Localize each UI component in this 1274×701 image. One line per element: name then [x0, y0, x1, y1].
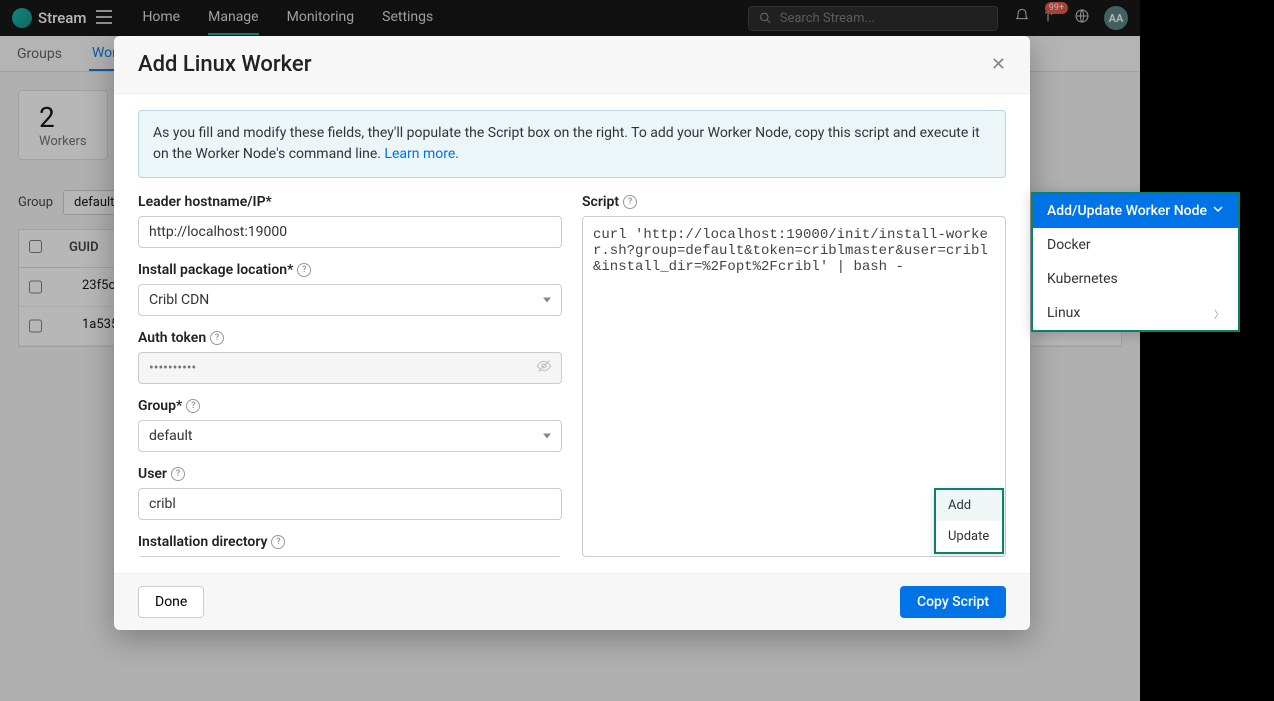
auth-token-label: Auth token: [138, 330, 206, 346]
copy-script-button[interactable]: Copy Script: [900, 586, 1006, 618]
done-button[interactable]: Done: [138, 586, 204, 618]
install-loc-label: Install package location*: [138, 262, 293, 278]
leader-label: Leader hostname/IP*: [138, 194, 272, 210]
auth-token-input[interactable]: [138, 352, 562, 384]
install-dir-input[interactable]: [138, 556, 562, 557]
help-icon[interactable]: ?: [297, 263, 311, 277]
modal-title: Add Linux Worker: [138, 52, 311, 77]
group-select[interactable]: default: [138, 420, 562, 452]
add-linux-worker-modal: Add Linux Worker ✕ As you fill and modif…: [114, 36, 1030, 630]
side-panel-title: Add/Update Worker Node: [1047, 203, 1207, 219]
submenu-add[interactable]: Add: [936, 490, 1002, 521]
group-label: Group*: [138, 398, 182, 414]
info-box: As you fill and modify these fields, the…: [138, 110, 1006, 178]
help-icon[interactable]: ?: [186, 399, 200, 413]
close-icon[interactable]: ✕: [991, 54, 1006, 75]
help-icon[interactable]: ?: [210, 331, 224, 345]
user-input[interactable]: [138, 488, 562, 520]
side-panel-header[interactable]: Add/Update Worker Node: [1033, 194, 1238, 228]
panel-item-docker[interactable]: Docker: [1033, 228, 1238, 262]
add-update-submenu: Add Update: [934, 488, 1004, 554]
chevron-down-icon: [1212, 203, 1224, 219]
add-update-worker-panel: Add/Update Worker Node Docker Kubernetes…: [1031, 192, 1240, 332]
help-icon[interactable]: ?: [171, 467, 185, 481]
panel-item-kubernetes[interactable]: Kubernetes: [1033, 262, 1238, 296]
submenu-update[interactable]: Update: [936, 521, 1002, 552]
chevron-right-icon: 〉: [1214, 306, 1224, 321]
install-dir-label: Installation directory: [138, 534, 267, 550]
learn-more-link[interactable]: Learn more: [384, 146, 455, 162]
user-label: User: [138, 466, 167, 482]
leader-hostname-input[interactable]: [138, 216, 562, 248]
info-text: As you fill and modify these fields, the…: [153, 125, 980, 162]
help-icon[interactable]: ?: [623, 195, 637, 209]
panel-item-linux[interactable]: Linux〉: [1033, 296, 1238, 330]
help-icon[interactable]: ?: [271, 535, 285, 549]
eye-icon[interactable]: [536, 358, 552, 378]
install-location-select[interactable]: Cribl CDN: [138, 284, 562, 316]
script-label: Script: [582, 194, 619, 210]
